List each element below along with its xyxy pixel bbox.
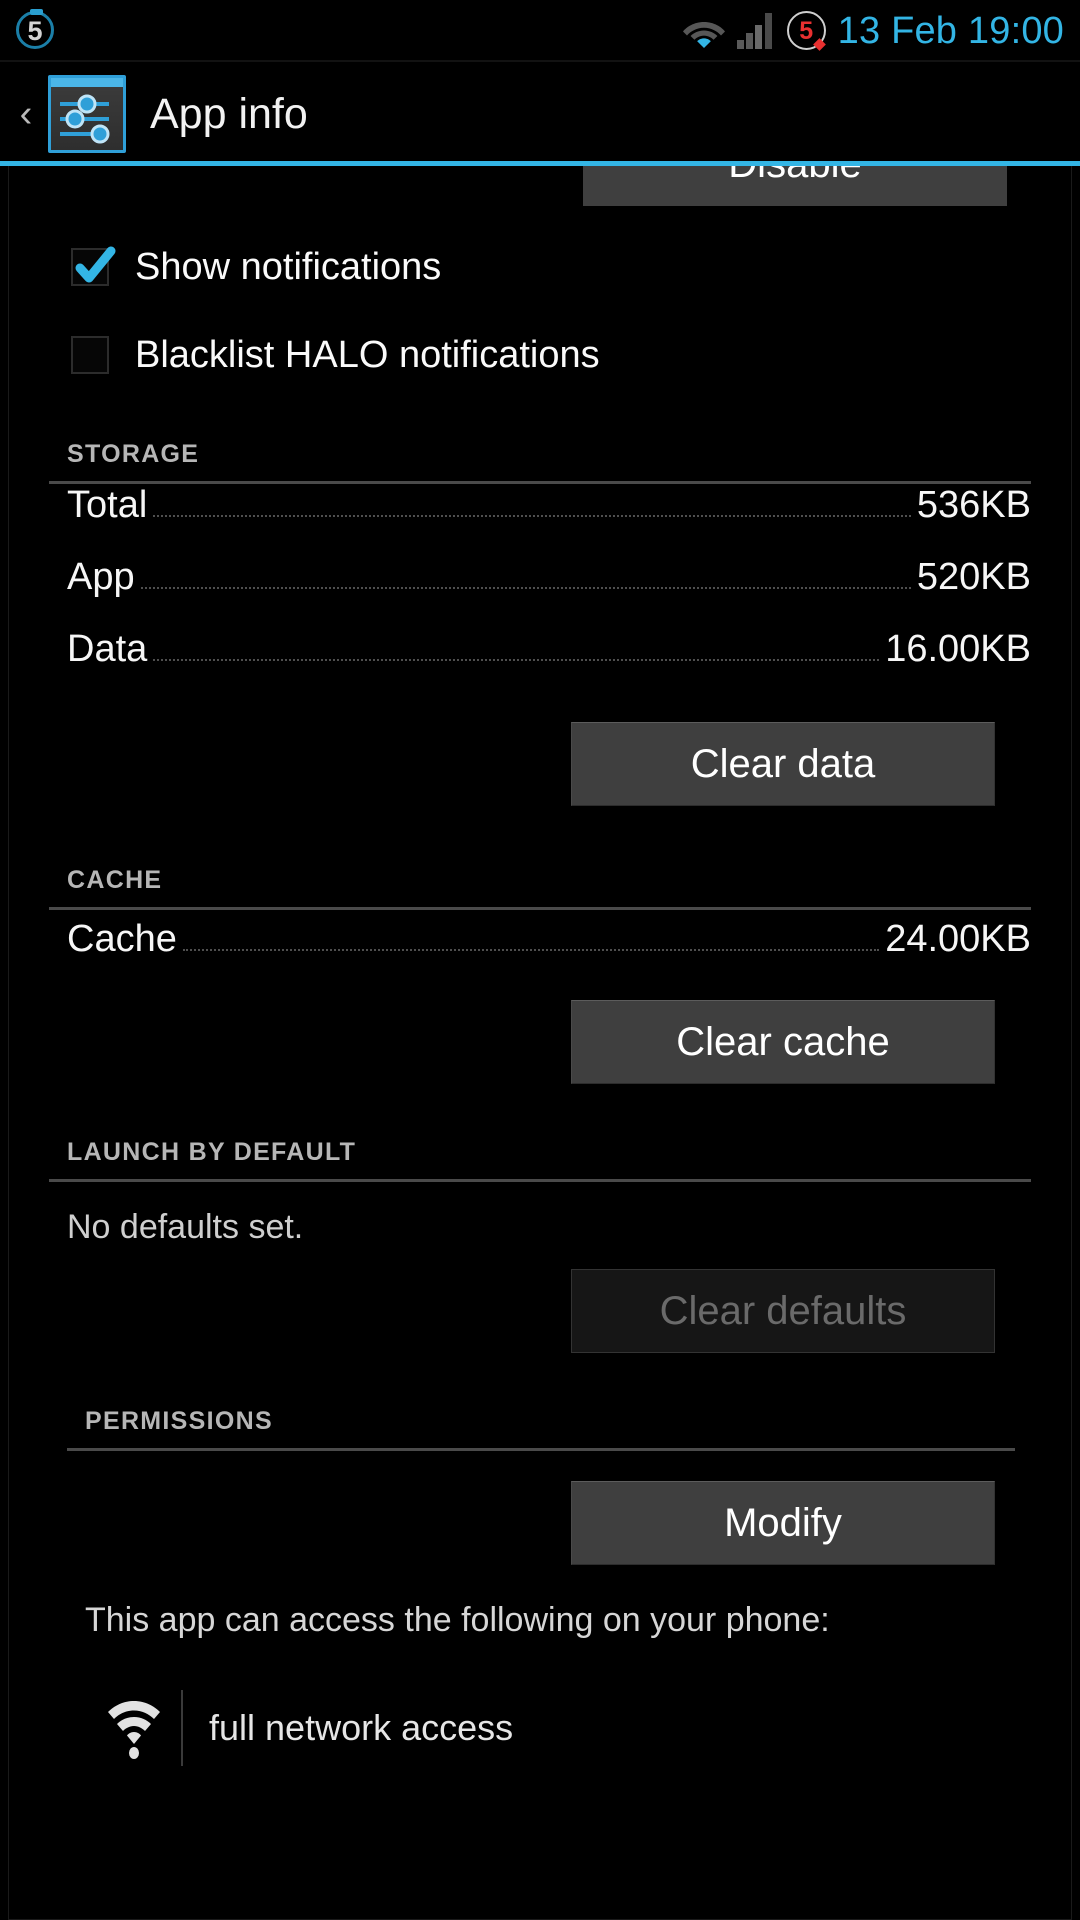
- blacklist-halo-label: Blacklist HALO notifications: [135, 333, 600, 376]
- storage-app-row: App 520KB: [67, 556, 1031, 628]
- app-info-scroll-area[interactable]: Disable Show notifications Blacklist HAL…: [8, 166, 1072, 1920]
- app-info-content: Disable Show notifications Blacklist HAL…: [9, 166, 1071, 1774]
- launch-by-default-section-header: LAUNCH BY DEFAULT: [49, 1138, 1031, 1182]
- status-bar-left: 5: [14, 9, 58, 53]
- show-notifications-row[interactable]: Show notifications: [9, 232, 1071, 302]
- permission-label: full network access: [209, 1707, 514, 1748]
- battery-level-text: 5: [27, 16, 43, 46]
- storage-app-label: App: [67, 556, 135, 598]
- cache-divider: [49, 907, 1031, 910]
- clear-defaults-button-row: Clear defaults: [9, 1269, 1071, 1353]
- launch-by-default-header-label: LAUNCH BY DEFAULT: [67, 1138, 357, 1166]
- action-bar: ‹ App info: [0, 62, 1080, 166]
- clear-data-button[interactable]: Clear data: [571, 722, 995, 806]
- permissions-intro-text: This app can access the following on you…: [85, 1601, 830, 1639]
- back-button[interactable]: ‹: [6, 95, 46, 133]
- permission-item-full-network-access: full network access: [101, 1682, 1071, 1774]
- settings-sliders-icon: [48, 75, 126, 153]
- cache-value: 24.00KB: [885, 918, 1031, 960]
- storage-section-header: STORAGE: [49, 440, 1031, 484]
- permissions-header-label: PERMISSIONS: [85, 1407, 273, 1435]
- modify-button-row: Modify: [9, 1481, 1071, 1565]
- storage-app-value: 520KB: [916, 556, 1031, 598]
- leader-dots: [182, 948, 880, 951]
- storage-total-row: Total 536KB: [67, 484, 1031, 556]
- disable-button-clipped-region: Disable: [9, 166, 1071, 206]
- leader-dots: [153, 658, 880, 661]
- cache-header-label: CACHE: [67, 866, 163, 894]
- storage-data-row: Data 16.00KB: [67, 628, 1031, 700]
- storage-data-label: Data: [67, 628, 148, 670]
- permissions-divider: [67, 1448, 1015, 1451]
- storage-data-value: 16.00KB: [885, 628, 1031, 670]
- show-notifications-label: Show notifications: [135, 245, 442, 288]
- wifi-icon: [682, 14, 726, 48]
- storage-header-label: STORAGE: [67, 440, 200, 468]
- blacklist-halo-checkbox[interactable]: [71, 336, 109, 374]
- cellular-signal-icon: [736, 13, 776, 49]
- page-title: App info: [150, 89, 308, 138]
- disable-button[interactable]: Disable: [583, 166, 1007, 206]
- leader-dots: [153, 514, 911, 517]
- modify-permissions-button[interactable]: Modify: [571, 1481, 995, 1565]
- alarm-count-icon: 5: [786, 10, 828, 52]
- show-notifications-checkbox[interactable]: [71, 246, 116, 286]
- checkmark-icon: [75, 246, 116, 283]
- clear-defaults-button: Clear defaults: [571, 1269, 995, 1353]
- storage-total-value: 536KB: [916, 484, 1031, 526]
- cache-size-row: Cache 24.00KB: [67, 918, 1031, 990]
- clear-data-button-row: Clear data: [9, 722, 1071, 806]
- launch-by-default-divider: [49, 1179, 1031, 1182]
- network-access-icon: [101, 1695, 167, 1761]
- leader-dots: [140, 586, 911, 589]
- status-bar: 5 5 13 Feb 19:00: [0, 0, 1080, 62]
- blacklist-halo-row[interactable]: Blacklist HALO notifications: [9, 320, 1071, 390]
- status-bar-right: 5 13 Feb 19:00: [682, 10, 1064, 53]
- storage-total-label: Total: [67, 484, 148, 526]
- no-defaults-text: No defaults set.: [67, 1208, 304, 1246]
- permission-separator: [181, 1690, 183, 1766]
- permissions-section-header: PERMISSIONS: [67, 1407, 1015, 1451]
- status-bar-clock: 13 Feb 19:00: [837, 9, 1064, 52]
- clear-cache-button-row: Clear cache: [9, 1000, 1071, 1084]
- battery-circle-icon: 5: [14, 9, 58, 53]
- cache-label: Cache: [67, 918, 177, 960]
- clear-cache-button[interactable]: Clear cache: [571, 1000, 995, 1084]
- cache-section-header: CACHE: [49, 866, 1031, 910]
